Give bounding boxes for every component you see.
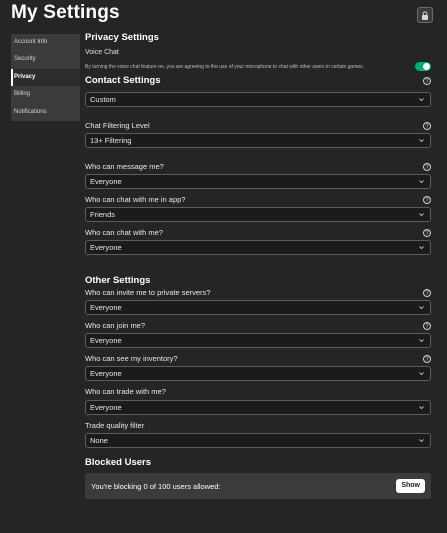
help-icon[interactable]: ? — [423, 121, 431, 130]
help-icon[interactable]: ? — [423, 228, 431, 237]
help-icon[interactable]: ? — [423, 195, 431, 204]
dropdown-value: Everyone — [90, 303, 122, 312]
join-dropdown[interactable]: Everyone — [85, 333, 431, 348]
chevron-down-icon — [419, 372, 424, 376]
other-settings-heading: Other Settings — [85, 275, 151, 286]
settings-sidebar: Account Info Security Privacy Billing No… — [11, 34, 80, 121]
trade-dropdown[interactable]: Everyone — [85, 400, 431, 415]
join-label: Who can join me? — [85, 321, 146, 330]
sidebar-item-security[interactable]: Security — [11, 51, 80, 68]
chevron-down-icon — [419, 406, 424, 410]
chevron-down-icon — [419, 439, 424, 443]
trade-filter-label: Trade quality filter — [85, 421, 145, 430]
help-icon[interactable]: ? — [423, 288, 431, 297]
dropdown-value: Everyone — [90, 369, 122, 378]
trade-label: Who can trade with me? — [85, 387, 166, 396]
voice-chat-toggle[interactable] — [415, 62, 431, 71]
chevron-down-icon — [419, 246, 424, 250]
dropdown-value: None — [90, 436, 108, 445]
sidebar-item-billing[interactable]: Billing — [11, 86, 80, 103]
lock-button[interactable] — [417, 7, 433, 23]
chevron-down-icon — [419, 98, 424, 102]
contact-settings-heading: Contact Settings — [85, 75, 161, 86]
dropdown-value: Everyone — [90, 403, 122, 412]
chat-filter-label: Chat Filtering Level — [85, 121, 150, 130]
chat-label: Who can chat with me? — [85, 228, 163, 237]
show-blocked-button[interactable]: Show — [396, 479, 425, 493]
invite-dropdown[interactable]: Everyone — [85, 300, 431, 315]
dropdown-value: Custom — [90, 95, 116, 104]
inventory-dropdown[interactable]: Everyone — [85, 366, 431, 381]
chevron-down-icon — [419, 339, 424, 343]
sidebar-item-notifications[interactable]: Notifications — [11, 104, 80, 121]
help-icon[interactable]: ? — [423, 162, 431, 171]
dropdown-value: Everyone — [90, 243, 122, 252]
page-title: My Settings — [11, 2, 120, 23]
blocked-users-heading: Blocked Users — [85, 457, 152, 468]
chat-dropdown[interactable]: Everyone — [85, 240, 431, 255]
voice-chat-description: By turning the voice chat feature on, yo… — [85, 63, 365, 70]
dropdown-value: Everyone — [90, 336, 122, 345]
voice-chat-label: Voice Chat — [85, 49, 119, 56]
dropdown-value: Friends — [90, 210, 116, 219]
inventory-label: Who can see my inventory? — [85, 354, 178, 363]
chevron-down-icon — [419, 306, 424, 310]
blocked-users-panel: You're blocking 0 of 100 users allowed: … — [85, 473, 431, 499]
message-dropdown[interactable]: Everyone — [85, 174, 431, 189]
dropdown-value: 13+ Filtering — [90, 136, 132, 145]
trade-filter-dropdown[interactable]: None — [85, 433, 431, 448]
chat-app-label: Who can chat with me in app? — [85, 195, 186, 204]
chevron-down-icon — [419, 180, 424, 184]
blocked-status-text: You're blocking 0 of 100 users allowed: — [91, 481, 221, 491]
help-icon[interactable]: ? — [423, 354, 431, 363]
chevron-down-icon — [419, 139, 424, 143]
invite-label: Who can invite me to private servers? — [85, 288, 211, 297]
help-icon[interactable]: ? — [423, 321, 431, 330]
chevron-down-icon — [419, 213, 424, 217]
contact-preset-dropdown[interactable]: Custom — [85, 92, 431, 107]
privacy-settings-heading: Privacy Settings — [85, 32, 159, 43]
sidebar-item-account-info[interactable]: Account Info — [11, 34, 80, 51]
dropdown-value: Everyone — [90, 177, 122, 186]
help-icon[interactable]: ? — [423, 76, 431, 85]
sidebar-item-privacy[interactable]: Privacy — [11, 68, 80, 87]
chat-app-dropdown[interactable]: Friends — [85, 207, 431, 222]
lock-icon — [422, 10, 428, 20]
message-label: Who can message me? — [85, 162, 164, 171]
chat-filter-dropdown[interactable]: 13+ Filtering — [85, 133, 431, 148]
